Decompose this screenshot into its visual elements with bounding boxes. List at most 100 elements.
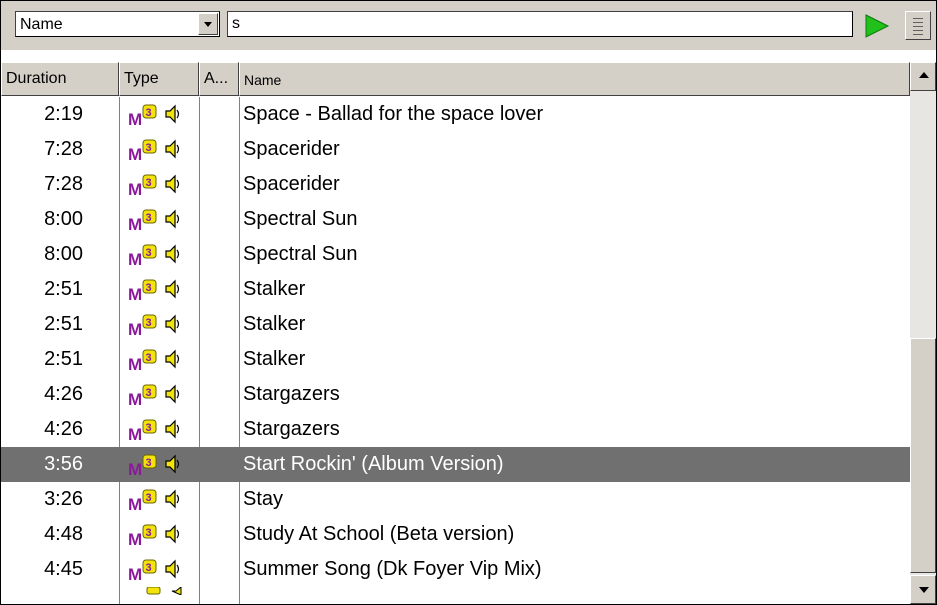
column-name[interactable]: Name	[239, 62, 910, 96]
track-row[interactable]: 2:51 M 3 Stalker	[1, 272, 910, 307]
track-name: Spacerider	[243, 138, 340, 160]
track-type: M3	[124, 97, 204, 132]
track-name: Start Rockin' (Album Version)	[243, 453, 504, 475]
track-name: Stalker	[243, 278, 306, 300]
svg-text:3: 3	[146, 562, 152, 574]
track-duration: 4:45	[44, 558, 83, 580]
svg-text:M: M	[128, 320, 142, 336]
svg-text:M: M	[128, 285, 142, 301]
arrow-up-icon	[919, 72, 929, 78]
track-row[interactable]: 8:00 M 3 Spectral Sun	[1, 237, 910, 272]
svg-text:3: 3	[146, 387, 152, 399]
column-album[interactable]: A...	[199, 62, 239, 96]
mp3-file-icon: M3	[128, 524, 157, 546]
search-toolbar: Name	[1, 1, 936, 50]
track-duration: 2:51	[44, 278, 83, 300]
track-row[interactable]: 7:28 M 3 Spacerider	[1, 132, 910, 167]
track-duration: 8:00	[44, 243, 83, 265]
track-type: M3	[124, 552, 204, 587]
speaker-icon	[165, 454, 180, 474]
track-type: M3	[124, 447, 204, 482]
speaker-icon	[165, 244, 180, 264]
speaker-icon	[165, 384, 180, 404]
column-header: Duration Type A... Name	[1, 62, 936, 97]
speaker-icon	[165, 559, 180, 579]
svg-text:3: 3	[146, 352, 152, 364]
mp3-file-icon: M3	[128, 349, 157, 371]
scrollbar-thumb[interactable]	[910, 338, 936, 573]
svg-text:M: M	[128, 110, 142, 126]
column-type[interactable]: Type	[119, 62, 199, 96]
track-duration: 2:51	[44, 348, 83, 370]
svg-text:M: M	[128, 530, 142, 546]
track-type: M3	[124, 482, 204, 517]
track-row[interactable]: 3:56 M 3 Start Rockin' (Album Version)	[1, 447, 910, 482]
track-row[interactable]: 2:51 M 3 Stalker	[1, 307, 910, 342]
track-row[interactable]: 4:26 M 3 Stargazers	[1, 377, 910, 412]
track-name: Stalker	[243, 313, 306, 335]
mp3-file-icon: M3	[128, 384, 157, 406]
track-duration: 8:00	[44, 208, 83, 230]
speaker-icon	[165, 279, 180, 299]
svg-text:M: M	[128, 145, 142, 161]
track-list: 2:19 M 3 Space - Ballad for the space lover…	[1, 97, 910, 604]
svg-text:3: 3	[146, 212, 152, 224]
arrow-down-icon	[919, 587, 929, 593]
svg-text:3: 3	[146, 317, 152, 329]
track-row[interactable]: 8:00 M 3 Spectral Sun	[1, 202, 910, 237]
list-menu-button[interactable]	[905, 11, 931, 40]
mp3-file-icon: M3	[128, 139, 157, 161]
svg-text:3: 3	[146, 107, 152, 119]
track-type: M3	[124, 167, 204, 202]
track-name: Space - Ballad for the space lover	[243, 103, 544, 125]
track-duration: 3:26	[44, 488, 83, 510]
svg-text:M: M	[128, 495, 142, 511]
track-duration: 2:19	[44, 103, 83, 125]
svg-text:M: M	[128, 460, 142, 476]
track-name: Spectral Sun	[243, 208, 358, 230]
scroll-down-button[interactable]	[910, 575, 936, 604]
track-row[interactable]: 4:26 M 3 Stargazers	[1, 412, 910, 447]
mp3-file-icon: M3	[128, 244, 157, 266]
track-row[interactable]: 2:51 M 3 Stalker	[1, 342, 910, 377]
mp3-file-icon: M3	[128, 174, 157, 196]
search-go-button[interactable]	[858, 12, 894, 40]
mp3-file-icon: M3	[128, 559, 157, 581]
track-row[interactable]: 3:26 M 3 Stay	[1, 482, 910, 517]
speaker-icon	[165, 139, 180, 159]
svg-text:M: M	[128, 215, 142, 231]
mp3-file-icon: M3	[128, 489, 157, 511]
svg-text:3: 3	[146, 247, 152, 259]
track-row[interactable]: 2:19 M 3 Space - Ballad for the space lover	[1, 97, 910, 132]
play-icon	[865, 14, 890, 38]
speaker-icon	[165, 209, 180, 229]
music-library-window: Name Duration Type A... Name	[0, 0, 937, 605]
speaker-icon	[165, 174, 180, 194]
track-row-partial	[1, 587, 910, 604]
mp3-file-icon: M3	[128, 454, 157, 476]
search-field-select[interactable]: Name	[15, 11, 220, 37]
track-name: Stargazers	[243, 418, 340, 440]
search-input[interactable]	[227, 11, 853, 37]
track-duration: 4:26	[44, 418, 83, 440]
scroll-up-button[interactable]	[910, 62, 936, 91]
svg-text:M: M	[128, 565, 142, 581]
track-row[interactable]: 4:45 M 3 Summer Song (Dk Foyer Vip Mix)	[1, 552, 910, 587]
dropdown-button[interactable]	[198, 13, 218, 35]
track-name: Stargazers	[243, 383, 340, 405]
svg-text:3: 3	[146, 142, 152, 154]
track-duration: 4:26	[44, 383, 83, 405]
mp3-file-icon: M3	[128, 104, 157, 126]
speaker-icon	[165, 314, 180, 334]
svg-text:M: M	[128, 250, 142, 266]
search-field-value: Name	[20, 16, 63, 33]
svg-text:3: 3	[146, 527, 152, 539]
column-duration[interactable]: Duration	[1, 62, 119, 96]
svg-text:3: 3	[146, 282, 152, 294]
track-row[interactable]: 4:48 M 3 Study At School (Beta version)	[1, 517, 910, 552]
mp3-file-icon: M3	[128, 209, 157, 231]
track-row[interactable]: 7:28 M 3 Spacerider	[1, 167, 910, 202]
track-type: M3	[124, 132, 204, 167]
vertical-scrollbar[interactable]	[910, 62, 936, 604]
svg-text:M: M	[128, 390, 142, 406]
